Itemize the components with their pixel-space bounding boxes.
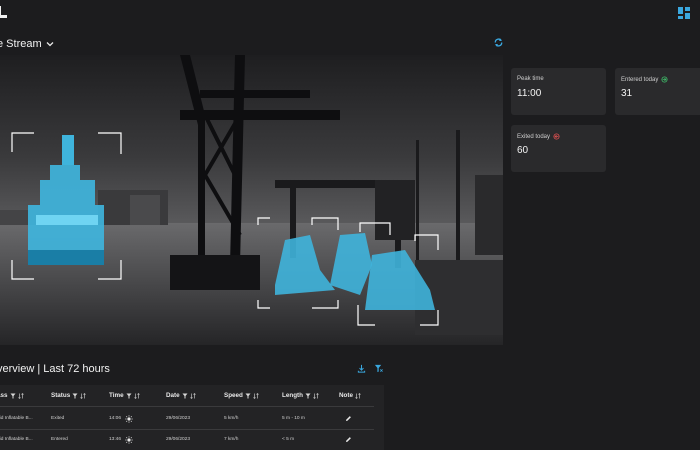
stat-value: 60: [517, 145, 529, 156]
column-header-class[interactable]: ass: [0, 392, 24, 399]
stat-card-exited-today: Exited today 60: [511, 125, 606, 172]
video-stream[interactable]: [0, 55, 503, 345]
cell-status: Entered: [51, 437, 68, 442]
edit-icon[interactable]: [345, 415, 352, 422]
stat-card-entered-today: Entered today 31: [615, 68, 700, 115]
filter-icon[interactable]: [305, 393, 311, 399]
overview-title: verview | Last 72 hours: [0, 363, 110, 375]
exited-icon: [553, 133, 560, 140]
sun-icon: [125, 415, 133, 423]
cell-length: 5 m - 10 m: [282, 416, 305, 421]
sun-icon: [125, 436, 133, 444]
cell-date: 29/06/2023: [166, 416, 191, 421]
filter-icon[interactable]: [245, 393, 251, 399]
refresh-icon[interactable]: [493, 37, 504, 48]
column-header-note[interactable]: Note: [339, 392, 361, 399]
stream-selector[interactable]: e Stream: [0, 36, 54, 52]
sort-icon[interactable]: [253, 392, 259, 399]
stat-label: Peak time: [517, 76, 544, 82]
column-header-time[interactable]: Time: [109, 392, 140, 399]
cell-status: Exited: [51, 416, 65, 421]
chevron-down-icon: [46, 42, 54, 47]
cell-length: < 5 m: [282, 437, 295, 442]
filter-icon[interactable]: [182, 393, 188, 399]
top-bar: [0, 0, 700, 30]
stat-value: 31: [621, 88, 633, 99]
stat-value: 11:00: [517, 88, 542, 99]
cell-class: gid Inflatable B...: [0, 437, 33, 442]
entered-icon: [661, 76, 668, 83]
stat-label: Exited today: [517, 133, 560, 140]
cell-time: 14:06: [109, 416, 122, 421]
sort-icon[interactable]: [355, 392, 361, 399]
stat-card-peak-time: Peak time 11:00: [511, 68, 606, 115]
cell-time: 13:46: [109, 437, 122, 442]
download-icon[interactable]: [357, 364, 366, 373]
filter-clear-icon[interactable]: [374, 364, 383, 373]
harbor-scene: [0, 55, 503, 345]
cell-date: 29/06/2023: [166, 437, 191, 442]
column-header-status[interactable]: Status: [51, 392, 86, 399]
grid-layout-icon[interactable]: [678, 7, 690, 19]
stream-title: e Stream: [0, 38, 42, 50]
sort-icon[interactable]: [189, 392, 196, 399]
sort-icon[interactable]: [80, 392, 86, 399]
column-header-length[interactable]: Length: [282, 392, 319, 399]
sort-icon[interactable]: [313, 392, 319, 399]
sort-icon[interactable]: [17, 392, 24, 399]
filter-icon[interactable]: [72, 393, 78, 399]
row-divider: [0, 429, 374, 430]
cell-class: gid Inflatable B...: [0, 416, 33, 421]
filter-icon[interactable]: [10, 393, 16, 399]
cell-speed: 7 km/h: [224, 437, 239, 442]
cell-speed: 5 km/h: [224, 416, 239, 421]
filter-icon[interactable]: [126, 393, 132, 399]
building-logo-icon[interactable]: [0, 6, 7, 18]
edit-icon[interactable]: [345, 436, 352, 443]
row-divider: [0, 406, 374, 407]
column-header-date[interactable]: Date: [166, 392, 196, 399]
column-header-speed[interactable]: Speed: [224, 392, 259, 399]
sort-icon[interactable]: [133, 392, 140, 399]
stat-label: Entered today: [621, 76, 668, 83]
